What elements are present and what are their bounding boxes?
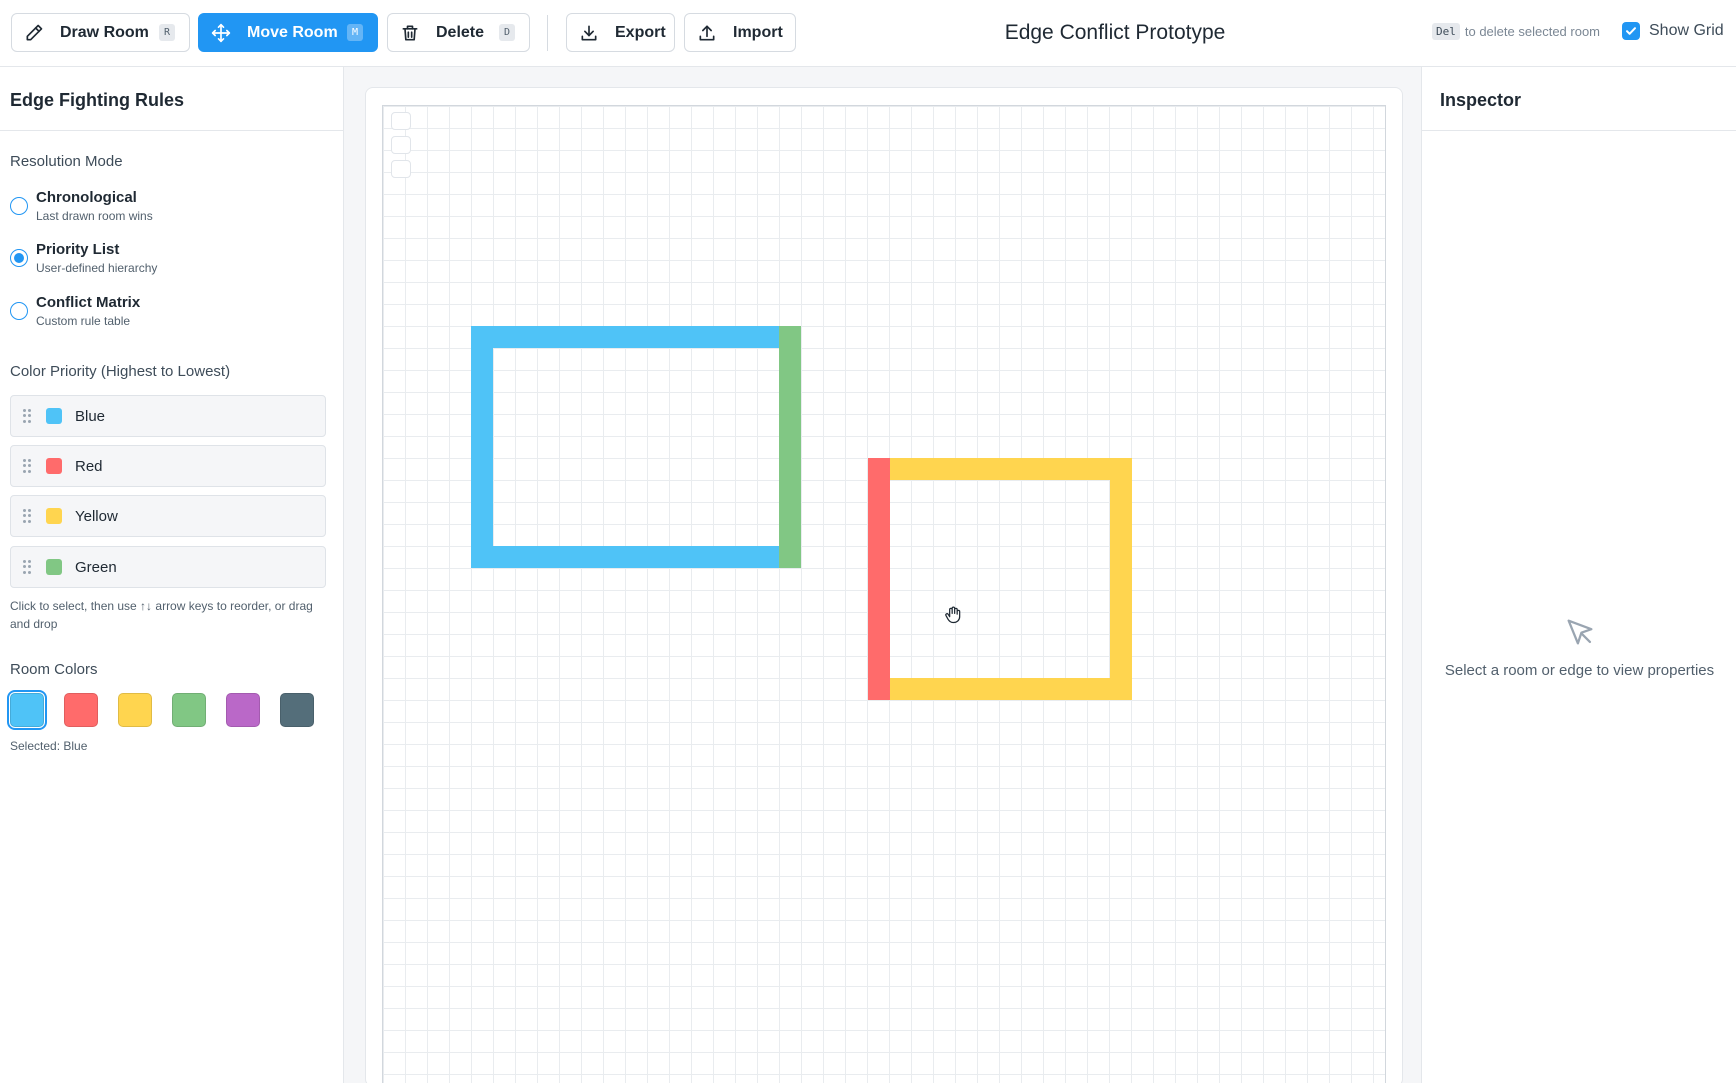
mode-description: User-defined hierarchy [36,261,158,275]
room-2-bottom-edge[interactable] [868,678,1132,700]
room-1-left-edge[interactable] [471,326,493,568]
mode-radio-priority-list[interactable] [10,249,28,267]
priority-swatch [46,408,62,424]
color-priority-title: Color Priority (Highest to Lowest) [10,363,231,380]
delete-button[interactable]: Delete D [387,13,530,52]
color-swatch-green[interactable] [172,693,206,727]
pointer-icon [1567,619,1592,645]
color-swatch-purple[interactable] [226,693,260,727]
move-room-button[interactable]: Move Room M [198,13,378,52]
show-grid-checkbox[interactable] [1622,22,1640,40]
delete-hint: Del to delete selected room [1432,23,1600,40]
priority-swatch [46,508,62,524]
mode-label: Priority List [36,241,120,258]
room-1-right-edge[interactable] [779,326,801,568]
drag-handle-icon[interactable] [23,409,31,423]
radio-selected-dot [14,253,24,263]
room-2-right-edge[interactable] [1110,458,1132,700]
drag-handle-icon[interactable] [23,509,31,523]
export-button[interactable]: Export [566,13,675,52]
draw-room-shortcut: R [158,24,175,41]
delete-hint-key: Del [1432,23,1460,40]
zoom-out-button[interactable] [391,136,411,154]
toolbar: Draw Room R Move Room M Delete D Export … [0,0,1736,67]
draw-room-label: Draw Room [60,23,149,41]
checkmark-icon [1626,27,1636,35]
canvas-card [365,87,1403,1083]
room-2-top-edge[interactable] [868,458,1132,480]
delete-hint-text: to delete selected room [1464,24,1601,39]
download-icon [581,25,597,41]
priority-swatch [46,458,62,474]
drawing-canvas[interactable] [382,105,1386,1083]
priority-item-blue[interactable]: Blue [10,395,326,437]
selected-color-text: Selected: Blue [10,739,88,753]
move-room-shortcut: M [346,24,363,41]
room-colors-title: Room Colors [10,661,98,678]
room-color-palette [7,690,334,730]
mode-label: Chronological [36,189,137,206]
toolbar-divider [547,15,548,51]
mode-label: Conflict Matrix [36,294,141,311]
canvas-area [344,67,1421,1083]
import-button[interactable]: Import [684,13,796,52]
mode-description: Custom rule table [36,314,131,328]
mode-description: Last drawn room wins [36,209,153,223]
import-label: Import [733,23,783,41]
move-room-label: Move Room [247,23,338,41]
room-1-top-edge[interactable] [471,326,779,348]
hand-cursor-icon [945,606,961,624]
mode-option-priority-list[interactable]: Priority List User-defined hierarchy [10,240,157,276]
resolution-mode-title: Resolution Mode [10,153,123,170]
room-2-left-edge[interactable] [868,458,890,700]
priority-help-text: Click to select, then use ↑↓ arrow keys … [10,599,313,631]
mode-option-chronological[interactable]: Chronological Last drawn room wins [10,188,153,224]
left-panel: Edge Fighting Rules Resolution Mode Chro… [0,67,344,1083]
trash-icon [402,25,418,41]
room-1-bottom-edge[interactable] [471,546,779,568]
color-swatch-blue[interactable] [7,690,47,730]
priority-label: Green [75,558,117,576]
color-swatch-red[interactable] [64,693,98,727]
zoom-reset-button[interactable] [391,160,411,178]
mode-radio-conflict-matrix[interactable] [10,302,28,320]
left-panel-title: Edge Fighting Rules [0,67,343,131]
move-icon [211,23,231,42]
priority-label: Blue [75,407,106,425]
color-swatch-yellow[interactable] [118,693,152,727]
inspector-empty-state: Select a room or edge to view properties [1422,615,1736,679]
app-title: Edge Conflict Prototype [1004,21,1226,44]
priority-item-green[interactable]: Green [10,546,326,588]
upload-icon [699,25,715,41]
zoom-in-button[interactable] [391,112,411,130]
priority-item-yellow[interactable]: Yellow [10,495,326,537]
inspector-empty-text: Select a room or edge to view properties [1444,662,1715,679]
draw-room-button[interactable]: Draw Room R [11,13,190,52]
priority-item-red[interactable]: Red [10,445,326,487]
priority-swatch [46,559,62,575]
delete-label: Delete [436,23,485,41]
show-grid-toggle[interactable]: Show Grid [1622,22,1724,40]
drag-handle-icon[interactable] [23,560,31,574]
delete-shortcut: D [498,24,515,41]
priority-label: Yellow [75,507,118,525]
inspector-title: Inspector [1422,67,1736,131]
priority-label: Red [75,457,103,475]
mode-option-conflict-matrix[interactable]: Conflict Matrix Custom rule table [10,293,140,329]
drag-handle-icon[interactable] [23,459,31,473]
pencil-icon [26,24,43,41]
inspector-panel: Inspector Select a room or edge to view … [1421,67,1736,1083]
color-swatch-slate[interactable] [280,693,314,727]
export-label: Export [615,23,666,41]
mode-radio-chronological[interactable] [10,197,28,215]
show-grid-label: Show Grid [1649,22,1724,39]
